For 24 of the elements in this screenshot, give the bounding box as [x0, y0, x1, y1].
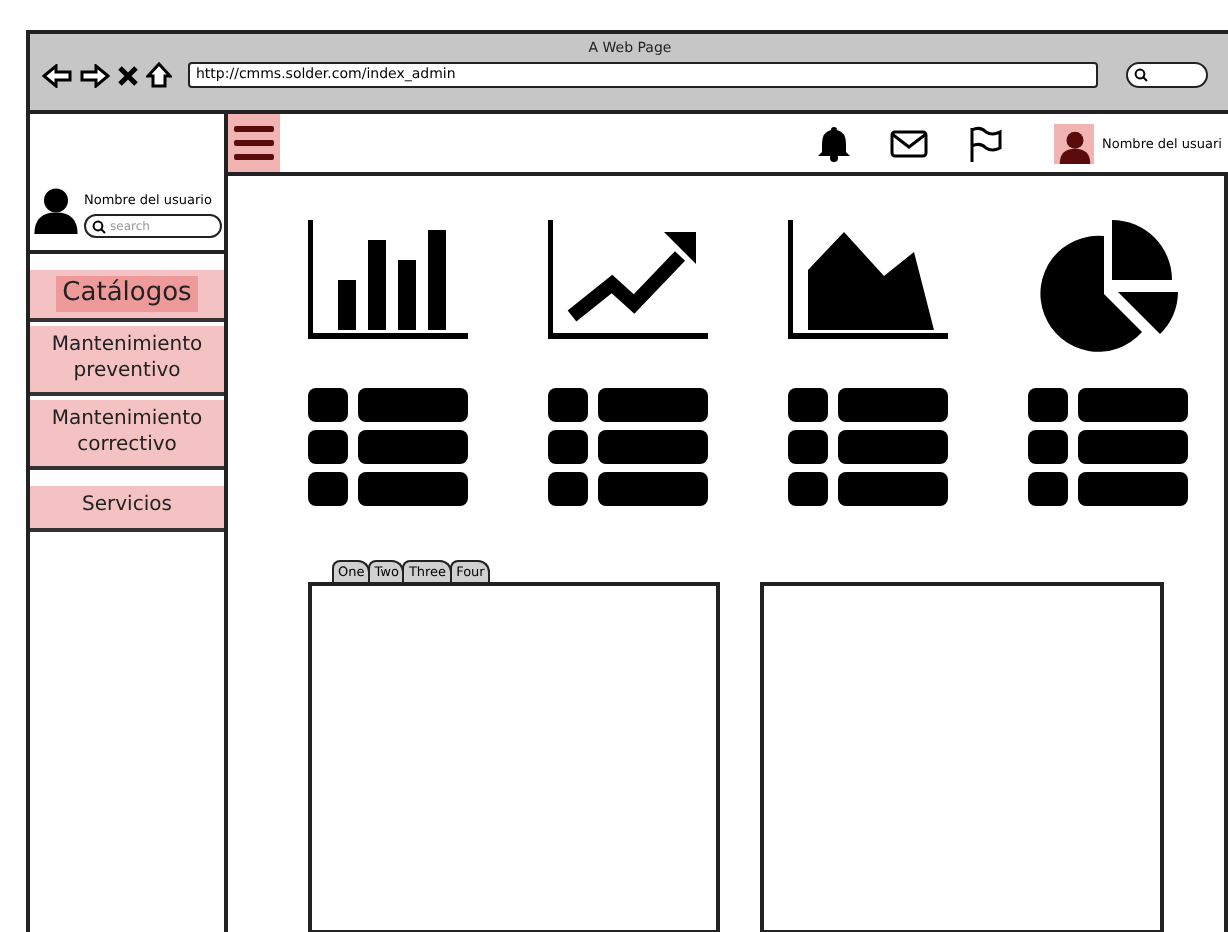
sidebar-item[interactable]: Servicios [30, 486, 224, 532]
sidebar-item[interactable]: Catálogos [30, 270, 224, 323]
line-chart-icon [548, 220, 708, 340]
user-avatar[interactable] [1054, 123, 1095, 163]
forward-icon[interactable] [80, 63, 110, 87]
close-icon[interactable] [118, 65, 138, 85]
bar-chart-icon [308, 220, 468, 340]
search-icon [92, 219, 106, 233]
home-icon[interactable] [146, 62, 172, 88]
list-icon [788, 388, 948, 512]
back-icon[interactable] [42, 63, 72, 87]
user-avatar [32, 186, 80, 234]
sidebar-item[interactable]: Mantenimiento preventivo [30, 326, 224, 397]
browser-search-field[interactable] [1126, 62, 1208, 88]
list-icon [548, 388, 708, 512]
list-icon [1028, 388, 1188, 512]
flag-icon[interactable] [968, 125, 1003, 161]
area-chart-icon [788, 220, 948, 340]
sidebar-item[interactable]: Mantenimiento correctivo [30, 400, 224, 471]
bell-icon[interactable] [818, 125, 851, 161]
search-icon [1134, 68, 1148, 82]
list-icon [308, 388, 468, 512]
mail-icon[interactable] [890, 129, 929, 157]
menu-button[interactable] [228, 114, 280, 172]
